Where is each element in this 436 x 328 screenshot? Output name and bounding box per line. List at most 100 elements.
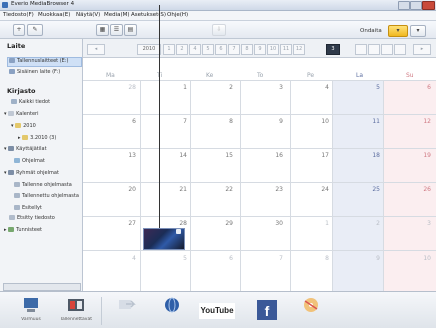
- selected-month[interactable]: 3: [326, 44, 340, 55]
- day-cell[interactable]: 26: [411, 186, 431, 193]
- thumbnail-view-button[interactable]: ▦: [96, 24, 109, 36]
- menu-edit[interactable]: Muokkaa(E): [38, 12, 70, 18]
- youtube-button[interactable]: YouTube: [195, 296, 239, 326]
- day-cell[interactable]: 3: [263, 84, 283, 91]
- day-cell[interactable]: 10: [411, 255, 431, 262]
- day-cell[interactable]: 28: [116, 84, 136, 91]
- month-9[interactable]: 9: [254, 44, 266, 55]
- day-cell[interactable]: 30: [263, 220, 283, 227]
- tree-all-files[interactable]: Kaikki tiedot: [11, 99, 50, 105]
- tools-button[interactable]: ✎: [27, 24, 43, 36]
- tree-year[interactable]: ▾ 2010: [11, 123, 36, 129]
- left-scrollbar[interactable]: [3, 283, 81, 291]
- tag-icon: [8, 227, 15, 232]
- day-cell[interactable]: 5: [167, 255, 187, 262]
- tree-featured[interactable]: Esitellyt: [14, 205, 42, 211]
- day-cell[interactable]: 1: [167, 84, 187, 91]
- folder-button[interactable]: ▾: [388, 25, 408, 37]
- menu-file[interactable]: Tiedosto(F): [3, 12, 34, 18]
- day-cell[interactable]: 9: [360, 255, 380, 262]
- day-cell[interactable]: 16: [263, 152, 283, 159]
- day-cell[interactable]: 11: [360, 118, 380, 125]
- day-cell[interactable]: 4: [309, 84, 329, 91]
- day-cell[interactable]: 14: [167, 152, 187, 159]
- tree-user-accounts[interactable]: ▾ Käyttäjätilat: [4, 146, 47, 152]
- day-cell[interactable]: 18: [360, 152, 380, 159]
- month-1[interactable]: 1: [163, 44, 175, 55]
- menu-settings[interactable]: Asetukset(S): [131, 12, 166, 18]
- device-item-1[interactable]: Tallennuslaitteet (E:): [9, 58, 68, 64]
- day-cell[interactable]: 6: [116, 118, 136, 125]
- day-cell[interactable]: 29: [213, 220, 233, 227]
- month-12[interactable]: 12: [293, 44, 305, 55]
- minimize-button[interactable]: [398, 1, 410, 10]
- day-cell[interactable]: 8: [213, 118, 233, 125]
- next-year-button[interactable]: ▸: [413, 44, 431, 55]
- tree-month[interactable]: ▸ 3.2010 (3): [18, 135, 56, 141]
- day-cell[interactable]: 2: [213, 84, 233, 91]
- day-cell[interactable]: 6: [213, 255, 233, 262]
- day-cell[interactable]: 10: [309, 118, 329, 125]
- menu-view[interactable]: Näytä(V): [76, 12, 100, 18]
- tree-tags[interactable]: ▸ Tunnisteet: [4, 227, 42, 233]
- maximize-button[interactable]: [410, 1, 422, 10]
- menu-help[interactable]: Ohje(H): [167, 12, 188, 18]
- month-6[interactable]: 6: [215, 44, 227, 55]
- facebook-button[interactable]: f: [245, 296, 289, 326]
- day-cell[interactable]: 20: [116, 186, 136, 193]
- day-cell[interactable]: 5: [360, 84, 380, 91]
- tree-group-programs[interactable]: ▾ Ryhmät ohjelmat: [4, 170, 59, 176]
- create-disc-button[interactable]: [289, 296, 333, 326]
- day-cell[interactable]: 28: [167, 220, 187, 227]
- day-cell[interactable]: 22: [213, 186, 233, 193]
- day-cell[interactable]: 6: [411, 84, 431, 91]
- month-10[interactable]: 10: [267, 44, 279, 55]
- calendar-view-button[interactable]: ▤: [124, 24, 137, 36]
- month-next-b[interactable]: [368, 44, 380, 55]
- backup-button[interactable]: Varmuus: [9, 296, 53, 326]
- day-cell[interactable]: 8: [309, 255, 329, 262]
- day-cell[interactable]: 25: [360, 186, 380, 193]
- day-cell[interactable]: 9: [263, 118, 283, 125]
- month-2[interactable]: 2: [176, 44, 188, 55]
- day-cell[interactable]: 4: [116, 255, 136, 262]
- menu-media[interactable]: Media(M): [104, 12, 130, 18]
- tree-search-file[interactable]: Etsitty tiedosto: [9, 215, 55, 221]
- day-cell[interactable]: 19: [411, 152, 431, 159]
- month-5[interactable]: 5: [202, 44, 214, 55]
- import-button[interactable]: ⇩: [212, 24, 226, 36]
- tree-programs[interactable]: Ohjelmat: [14, 158, 45, 164]
- month-7[interactable]: 7: [228, 44, 240, 55]
- device-item-2[interactable]: Sisäinen laite (F:): [9, 69, 60, 75]
- day-cell[interactable]: 1: [309, 220, 329, 227]
- month-4[interactable]: 4: [189, 44, 201, 55]
- list-view-button[interactable]: ☰: [110, 24, 123, 36]
- tree-calendar[interactable]: ▾ Kalenteri: [4, 111, 38, 117]
- day-cell[interactable]: 27: [116, 220, 136, 227]
- day-cell[interactable]: 13: [116, 152, 136, 159]
- month-8[interactable]: 8: [241, 44, 253, 55]
- edit-button[interactable]: Tallennettavat: [54, 296, 98, 326]
- month-11[interactable]: 11: [280, 44, 292, 55]
- tree-recorded-2[interactable]: Tallennettu ohjelmasta: [14, 193, 79, 199]
- day-cell[interactable]: 7: [167, 118, 187, 125]
- day-cell[interactable]: 12: [411, 118, 431, 125]
- day-cell[interactable]: 23: [263, 186, 283, 193]
- day-cell[interactable]: 17: [309, 152, 329, 159]
- settings-button[interactable]: ▾: [410, 25, 426, 37]
- day-cell[interactable]: 2: [360, 220, 380, 227]
- month-next-d[interactable]: [394, 44, 406, 55]
- upload-button[interactable]: [150, 296, 194, 326]
- month-next-c[interactable]: [381, 44, 393, 55]
- day-cell[interactable]: 21: [167, 186, 187, 193]
- month-next-a[interactable]: [355, 44, 367, 55]
- prev-year-button[interactable]: ◂: [87, 44, 105, 55]
- day-cell[interactable]: 24: [309, 186, 329, 193]
- tree-recorded-1[interactable]: Tallenne ohjelmasta: [14, 182, 72, 188]
- export-button[interactable]: [104, 296, 148, 326]
- day-cell[interactable]: 15: [213, 152, 233, 159]
- day-cell[interactable]: 7: [263, 255, 283, 262]
- close-button[interactable]: [422, 1, 435, 10]
- add-button[interactable]: +: [13, 24, 25, 36]
- day-cell[interactable]: 3: [411, 220, 431, 227]
